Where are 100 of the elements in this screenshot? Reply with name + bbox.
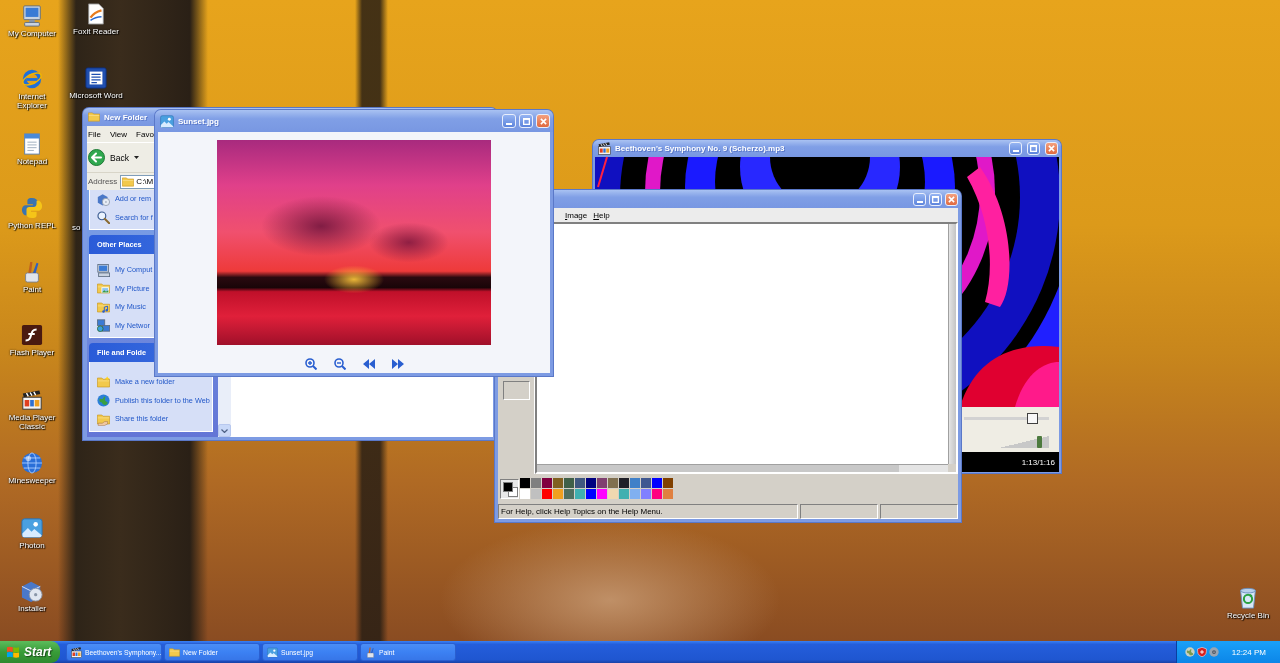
menu-item[interactable]: View	[109, 129, 128, 139]
picture-folder-icon	[97, 282, 110, 296]
icon-label[interactable]: Media Player Classic	[5, 413, 59, 431]
icon-label[interactable]: Photon	[19, 541, 45, 550]
maximize-icon	[1030, 145, 1037, 152]
tool-options-box[interactable]	[503, 381, 530, 400]
volume-thumb[interactable]	[1036, 436, 1042, 448]
close-button[interactable]	[945, 192, 958, 206]
palette-swatch-icon[interactable]	[531, 489, 541, 499]
window-title: New Folder	[104, 112, 148, 122]
tile-logo-icon[interactable]	[21, 324, 43, 346]
browser-icon[interactable]	[21, 68, 43, 90]
minimize-button[interactable]	[913, 192, 926, 206]
icon-label[interactable]: Foxit Reader	[73, 27, 119, 36]
folder-icon	[88, 112, 100, 122]
address-field[interactable]: C:\M	[120, 174, 155, 189]
icon-label[interactable]: Minesweeper	[8, 476, 56, 485]
palette-swatch-icon[interactable]	[531, 478, 541, 488]
palette-swatch-icon[interactable]	[597, 478, 607, 488]
brush-cup-icon	[365, 646, 376, 658]
shield-icon[interactable]	[1196, 647, 1207, 657]
fast-forward-icon[interactable]	[391, 358, 404, 370]
menu-item[interactable]: File	[88, 129, 101, 139]
palette-swatch-icon[interactable]	[630, 489, 640, 499]
palette-swatch-icon[interactable]	[575, 489, 585, 499]
palette-swatch-icon[interactable]	[663, 478, 673, 488]
snake-logo-icon[interactable]	[21, 197, 43, 219]
monitor-icon[interactable]	[21, 5, 43, 27]
palette-swatch-icon[interactable]	[630, 478, 640, 488]
maximize-button[interactable]	[519, 114, 533, 128]
menu-item[interactable]: Favo	[136, 129, 154, 139]
maximize-button[interactable]	[929, 192, 942, 206]
maximize-button[interactable]	[1027, 142, 1040, 155]
palette-swatch-icon[interactable]	[553, 478, 563, 488]
zoom-out-icon[interactable]	[333, 358, 346, 370]
palette-swatch-icon[interactable]	[641, 478, 651, 488]
horizontal-scrollbar[interactable]	[537, 464, 948, 472]
icon-label[interactable]: Microsoft Word	[69, 91, 123, 100]
clock: 12:24 PM	[1231, 647, 1266, 657]
palette-swatch-icon[interactable]	[663, 489, 673, 499]
palette-swatch-icon[interactable]	[652, 478, 662, 488]
scroll-down-button[interactable]	[218, 424, 231, 437]
document-icon[interactable]	[85, 3, 107, 25]
palette-swatch-icon[interactable]	[597, 489, 607, 499]
folder-icon	[122, 176, 135, 187]
palette-swatch-icon[interactable]	[652, 489, 662, 499]
folder-icon	[169, 646, 180, 658]
minimize-icon	[506, 123, 512, 125]
palette-swatch-icon[interactable]	[542, 478, 552, 488]
vertical-scrollbar[interactable]	[948, 224, 956, 464]
close-button[interactable]	[536, 114, 550, 128]
clapperboard-icon	[598, 142, 611, 155]
palette-swatch-icon[interactable]	[619, 489, 629, 499]
palette-swatch-icon[interactable]	[553, 489, 563, 499]
picture-icon[interactable]	[21, 517, 43, 539]
palette-swatch-icon[interactable]	[520, 478, 530, 488]
start-button[interactable]: Start	[0, 641, 60, 663]
globe-icon[interactable]	[21, 452, 43, 474]
palette-swatch-icon[interactable]	[608, 489, 618, 499]
menu-item[interactable]: Image	[565, 210, 588, 220]
document-tile-icon[interactable]	[85, 67, 107, 89]
palette-swatch-icon[interactable]	[586, 489, 596, 499]
close-icon	[539, 117, 547, 125]
palette-swatch-icon[interactable]	[542, 489, 552, 499]
slider-thumb[interactable]	[1026, 413, 1038, 424]
menu-item[interactable]: Help	[593, 210, 610, 220]
notepad-icon[interactable]	[21, 133, 43, 155]
minimize-button[interactable]	[502, 114, 516, 128]
clapperboard-icon[interactable]	[21, 389, 43, 411]
zoom-in-icon[interactable]	[304, 358, 317, 370]
globe-icon[interactable]	[1184, 647, 1195, 657]
flag-icon	[6, 646, 20, 658]
foreground-swatch-icon[interactable]	[503, 481, 513, 492]
rewind-icon[interactable]	[362, 358, 375, 370]
status-text: For Help, click Help Topics on the Help Menu.	[498, 504, 798, 519]
picture-icon	[267, 646, 278, 658]
search-icon	[97, 211, 110, 225]
icon-label[interactable]: Recycle Bin	[1226, 611, 1270, 620]
close-icon	[1048, 145, 1055, 152]
recycle-bin-icon[interactable]	[1237, 587, 1259, 609]
palette-swatch-icon[interactable]	[586, 478, 596, 488]
palette-swatch-icon[interactable]	[641, 489, 651, 499]
palette-swatch-icon[interactable]	[608, 478, 618, 488]
palette-swatch-icon[interactable]	[575, 478, 585, 488]
disc-icon[interactable]	[1208, 647, 1219, 657]
palette-swatch-icon[interactable]	[619, 478, 629, 488]
time-display: 1:13/1:16	[1021, 457, 1055, 467]
icon-label[interactable]: Installer	[18, 604, 46, 613]
palette-swatch-icon[interactable]	[564, 489, 574, 499]
minimize-button[interactable]	[1009, 142, 1022, 155]
back-button[interactable]: Back	[87, 149, 139, 166]
close-button[interactable]	[1045, 142, 1058, 155]
clapperboard-icon	[71, 646, 82, 658]
window-title: Beethoven's Symphony No. 9 (Scherzo).mp3	[615, 144, 785, 153]
background-swatch-icon[interactable]	[508, 486, 518, 497]
palette-swatch-icon[interactable]	[520, 489, 530, 499]
icon-label[interactable]: Flash Player	[9, 348, 55, 357]
palette-swatch-icon[interactable]	[564, 478, 574, 488]
icon-label[interactable]: so	[72, 223, 81, 232]
window-title: Sunset.jpg	[178, 116, 219, 126]
